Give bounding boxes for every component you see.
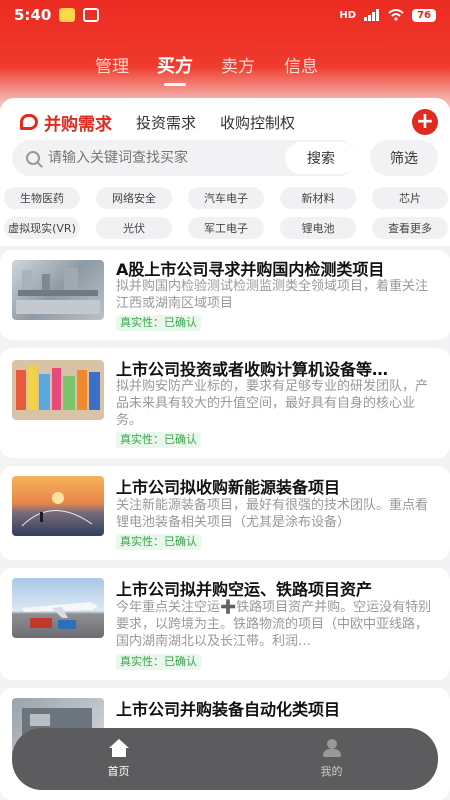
card-description: 关注新能源装备项目，最好有很强的技术团队。重点看锂电池装备相关项目（尤其是涂布设… — [116, 498, 429, 530]
bottom-navigation: 首页 我的 — [12, 728, 438, 790]
tab-buyer[interactable]: 买方 — [157, 52, 193, 78]
battery-indicator: 76 — [412, 8, 436, 22]
card-title: 上市公司拟并购空运、铁路项目资产 — [116, 580, 373, 599]
status-time: 5:40 — [14, 6, 52, 24]
chip-network-security[interactable]: 网络安全 — [96, 187, 172, 209]
demand-card[interactable]: 上市公司拟收购新能源装备项目 关注新能源装备项目，最好有很强的技术团队。重点看锂… — [0, 466, 450, 560]
demand-card[interactable]: A股上市公司寻求并购国内检测类项目 拟并购国内检验测试检测监测类全领域项目，着重… — [0, 250, 450, 340]
tab-control-acquisition[interactable]: 收购控制权 — [220, 112, 295, 133]
sunset-image — [21, 492, 93, 527]
tab-info[interactable]: 信息 — [284, 52, 318, 77]
filter-button[interactable]: 筛选 — [370, 140, 438, 176]
add-button[interactable]: + — [412, 109, 438, 135]
search-box[interactable]: 搜索 — [12, 140, 357, 176]
chip-biomedicine[interactable]: 生物医药 — [4, 187, 80, 209]
card-title: 上市公司投资或者收购计算机设备等… — [116, 360, 389, 379]
airplane-image — [22, 602, 98, 629]
search-button[interactable]: 搜索 — [285, 142, 357, 174]
nav-profile-label: 我的 — [320, 765, 343, 778]
chip-vr[interactable]: 虚拟现实(VR) — [4, 217, 80, 239]
chip-lithium-battery[interactable]: 锂电池 — [280, 217, 356, 239]
tab-merger-demand-label: 并购需求 — [44, 114, 112, 135]
chip-view-more[interactable]: 查看更多 — [372, 217, 448, 239]
factory-image — [16, 268, 100, 314]
card-title: 上市公司拟收购新能源装备项目 — [116, 478, 341, 497]
chip-auto-electronics[interactable]: 汽车电子 — [188, 187, 264, 209]
nav-home-label: 首页 — [107, 765, 130, 778]
signal-icon — [364, 9, 380, 21]
top-tab-bar: 管理 买方 卖方 信息 — [0, 52, 450, 82]
verified-badge: 真实性：已确认 — [116, 534, 201, 550]
card-title: 上市公司并购装备自动化类项目 — [116, 700, 341, 719]
card-thumbnail — [12, 578, 104, 638]
home-icon — [108, 739, 129, 757]
verified-badge: 真实性：已确认 — [116, 315, 201, 331]
chip-military-electronics[interactable]: 军工电子 — [188, 217, 264, 239]
status-bar: 5:40 HD 76 — [0, 0, 450, 30]
tab-manage[interactable]: 管理 — [95, 52, 129, 77]
nav-profile[interactable]: 我的 — [225, 728, 438, 790]
chip-photovoltaic[interactable]: 光伏 — [96, 217, 172, 239]
chip-new-materials[interactable]: 新材料 — [280, 187, 356, 209]
verified-badge: 真实性：已确认 — [116, 432, 201, 448]
chip-row-1: 生物医药 网络安全 汽车电子 新材料 芯片 — [4, 187, 450, 209]
chip-chips[interactable]: 芯片 — [372, 187, 448, 209]
tab-merger-demand[interactable]: 并购需求 — [20, 110, 112, 135]
plus-icon: + — [415, 109, 435, 134]
card-title: A股上市公司寻求并购国内检测类项目 — [116, 260, 385, 279]
search-icon — [26, 151, 40, 165]
tab-investment-demand[interactable]: 投资需求 — [136, 112, 196, 133]
products-image — [16, 366, 100, 410]
card-description: 拟并购安防产业标的，要求有足够专业的研发团队，产品未来具有较大的升值空间，最好具… — [116, 379, 429, 428]
sub-tab-bar: 并购需求 投资需求 收购控制权 + — [20, 108, 438, 136]
wifi-icon — [388, 9, 404, 21]
search-input[interactable] — [48, 150, 268, 166]
search-row: 搜索 筛选 — [12, 140, 438, 176]
card-thumbnail — [12, 476, 104, 536]
card-description: 拟并购国内检验测试检测监测类全领域项目，着重关注江西或湖南区域项目 — [116, 279, 429, 311]
verified-badge: 真实性：已确认 — [116, 654, 201, 670]
card-description: 今年重点关注空运➕铁路项目资产并购。空运没有特别要求，以跨境为主。铁路物流的项目… — [116, 600, 432, 649]
chip-row-2: 虚拟现实(VR) 光伏 军工电子 锂电池 查看更多 — [4, 217, 450, 239]
user-icon — [322, 739, 342, 757]
notification-icon — [59, 8, 76, 22]
card-thumbnail — [12, 360, 104, 420]
card-thumbnail — [12, 260, 104, 320]
tag-icon — [20, 114, 38, 130]
signal-label: HD — [339, 9, 357, 21]
tab-seller[interactable]: 卖方 — [221, 52, 255, 77]
demand-card[interactable]: 上市公司投资或者收购计算机设备等… 拟并购安防产业标的，要求有足够专业的研发团队… — [0, 348, 450, 458]
demand-card[interactable]: 上市公司拟并购空运、铁路项目资产 今年重点关注空运➕铁路项目资产并购。空运没有特… — [0, 568, 450, 680]
message-icon — [83, 8, 100, 22]
nav-home[interactable]: 首页 — [12, 728, 225, 790]
